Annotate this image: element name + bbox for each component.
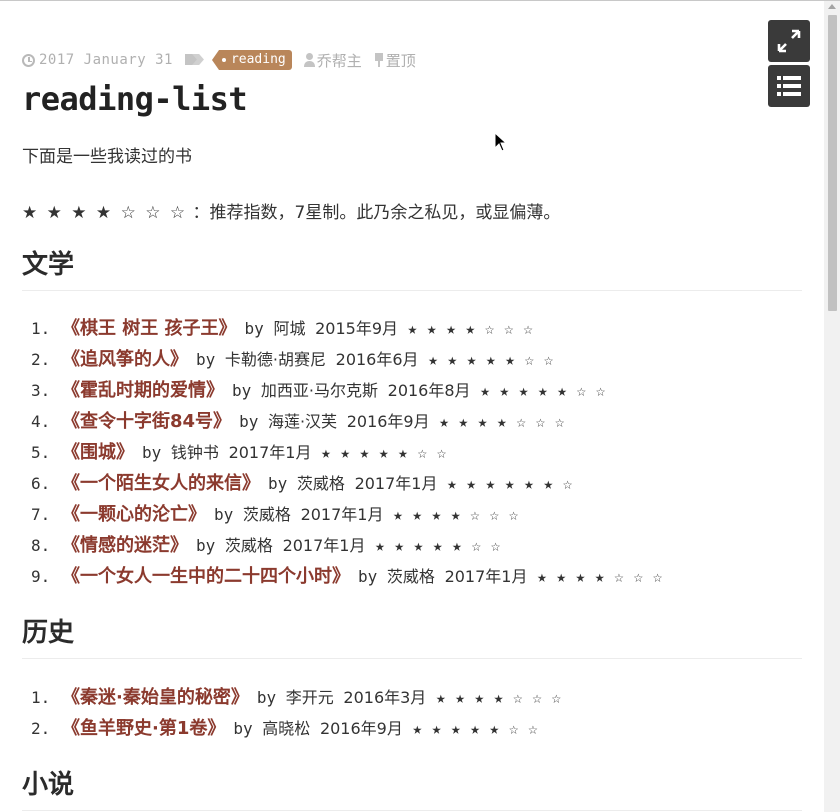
list-icon (777, 76, 801, 96)
list-item: 5. 《围城》 by 钱钟书 2017年1月 ★ ★ ★ ★ ★ ☆ ☆ (31, 442, 447, 463)
mouse-cursor-icon (494, 132, 508, 152)
list-item: 1. 《棋王 树王 孩子王》 by 阿城 2015年9月 ★ ★ ★ ★ ☆ ☆ ☆ (31, 318, 533, 339)
window-top-border (0, 0, 840, 1)
book-link[interactable]: 《霍乱时期的爱情》 (62, 380, 224, 401)
book-link[interactable]: 《围城》 (62, 442, 134, 463)
page-title: reading-list (22, 80, 248, 118)
toc-button[interactable] (768, 65, 810, 107)
book-link[interactable]: 《一个陌生女人的来信》 (62, 473, 260, 494)
post-content: 2017 January 31 reading 乔帮主 置顶 reading-l… (22, 46, 802, 811)
rating-note: ：推荐指数，7星制。此乃余之私见，或显偏薄。 (192, 203, 561, 223)
post-pinned: 置顶 (374, 50, 416, 71)
pin-icon (374, 53, 384, 67)
book-stars: ★ ★ ★ ★ ★ ★ ☆ (447, 474, 573, 493)
book-stars: ★ ★ ★ ★ ☆ ☆ ☆ (439, 412, 565, 431)
user-icon (303, 53, 315, 67)
book-link[interactable]: 《棋王 树王 孩子王》 (62, 318, 237, 339)
book-link[interactable]: 《情感的迷茫》 (62, 535, 188, 556)
rating-legend: ★ ★ ★ ★ ☆ ☆ ☆ ：推荐指数，7星制。此乃余之私见，或显偏薄。 (22, 198, 560, 223)
section-heading-novel: 小说 (22, 768, 802, 811)
scroll-up-arrow-icon[interactable] (828, 4, 836, 9)
book-link[interactable]: 《秦迷·秦始皇的秘密》 (62, 687, 249, 708)
book-stars: ★ ★ ★ ★ ☆ ☆ ☆ (393, 505, 519, 524)
book-stars: ★ ★ ★ ★ ★ ☆ ☆ (428, 350, 554, 369)
list-item: 2. 《鱼羊野史·第1卷》 by 高晓松 2016年9月 ★ ★ ★ ★ ★ ☆ ☆ (31, 718, 538, 739)
book-stars: ★ ★ ★ ★ ★ ☆ ☆ (375, 536, 501, 555)
clock-icon (22, 53, 35, 67)
book-stars: ★ ★ ★ ★ ☆ ☆ ☆ (407, 319, 533, 338)
list-item: 1. 《秦迷·秦始皇的秘密》 by 李开元 2016年3月 ★ ★ ★ ★ ☆ ☆ … (31, 687, 562, 708)
rating-stars: ★ ★ ★ ★ ☆ ☆ ☆ (22, 203, 188, 223)
list-item: 3. 《霍乱时期的爱情》 by 加西亚·马尔克斯 2016年8月 ★ ★ ★ ★ ★… (31, 380, 606, 401)
book-link[interactable]: 《追风筝的人》 (62, 349, 188, 370)
scrollbar-thumb[interactable] (828, 15, 837, 311)
scrollbar[interactable] (824, 1, 840, 812)
book-link[interactable]: 《查令十字街84号》 (62, 411, 231, 432)
book-stars: ★ ★ ★ ★ ★ ☆ ☆ (321, 443, 447, 462)
section-heading-literature: 文学 (22, 248, 802, 291)
intro-text: 下面是一些我读过的书 (22, 147, 192, 167)
book-link[interactable]: 《鱼羊野史·第1卷》 (62, 718, 225, 739)
book-link[interactable]: 《一颗心的沦亡》 (62, 504, 206, 525)
tags-icon (185, 53, 205, 67)
list-item: 4. 《查令十字街84号》 by 海莲·汉芙 2016年9月 ★ ★ ★ ★ ☆ ☆… (31, 411, 565, 432)
tag-reading[interactable]: reading (211, 50, 292, 70)
expand-icon (777, 29, 801, 53)
fullscreen-button[interactable] (768, 20, 810, 62)
list-item: 9. 《一个女人一生中的二十四个小时》 by 茨威格 2017年1月 ★ ★ ★ ★… (31, 566, 663, 587)
book-stars: ★ ★ ★ ★ ★ ☆ ☆ (412, 719, 538, 738)
post-meta: 2017 January 31 reading 乔帮主 置顶 (22, 46, 802, 74)
book-stars: ★ ★ ★ ★ ★ ☆ ☆ (480, 381, 606, 400)
book-list-history: 1. 《秦迷·秦始皇的秘密》 by 李开元 2016年3月 ★ ★ ★ ★ ☆ ☆ … (22, 682, 561, 744)
floating-toolbar (768, 20, 810, 110)
post-tags: reading (185, 50, 292, 70)
book-list-literature: 1. 《棋王 树王 孩子王》 by 阿城 2015年9月 ★ ★ ★ ★ ☆ ☆ ☆… (22, 313, 662, 592)
post-date: 2017 January 31 (22, 52, 173, 68)
list-item: 6. 《一个陌生女人的来信》 by 茨威格 2017年1月 ★ ★ ★ ★ ★ ★ … (31, 473, 573, 494)
book-link[interactable]: 《一个女人一生中的二十四个小时》 (62, 566, 350, 587)
list-item: 2. 《追风筝的人》 by 卡勒德·胡赛尼 2016年6月 ★ ★ ★ ★ ★ ☆ … (31, 349, 554, 370)
list-item: 7. 《一颗心的沦亡》 by 茨威格 2017年1月 ★ ★ ★ ★ ☆ ☆ ☆ (31, 504, 519, 525)
list-item: 8. 《情感的迷茫》 by 茨威格 2017年1月 ★ ★ ★ ★ ★ ☆ ☆ (31, 535, 501, 556)
book-stars: ★ ★ ★ ★ ☆ ☆ ☆ (537, 567, 663, 586)
section-heading-history: 历史 (22, 616, 802, 659)
post-author: 乔帮主 (303, 50, 362, 71)
book-stars: ★ ★ ★ ★ ☆ ☆ ☆ (435, 688, 562, 707)
